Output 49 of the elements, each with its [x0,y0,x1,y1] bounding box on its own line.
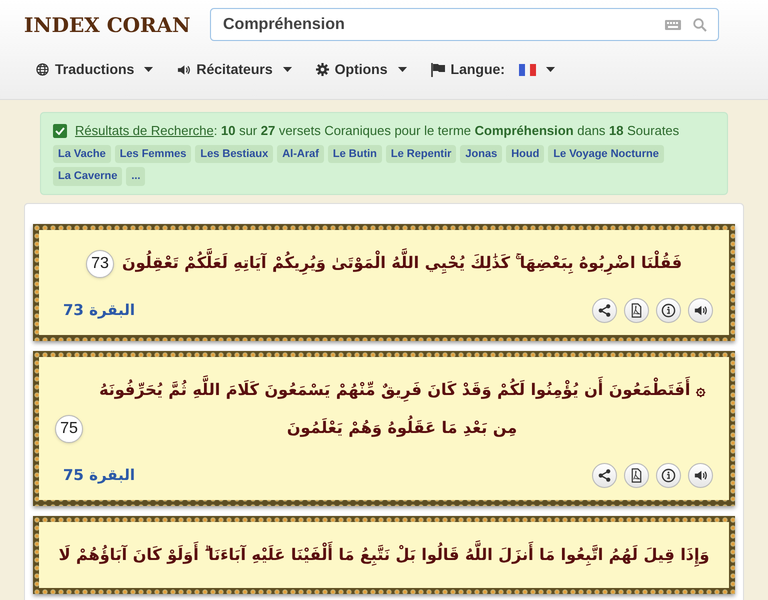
surah-tag[interactable]: Les Femmes [114,144,192,163]
verse-text: ۞ أَفَتَطْمَعُونَ أَن يُؤْمِنُوا لَكُمْ وَقَدْ كَانَ فَرِيقٌ مِّنْهُمْ يَسْمَعُونَ كَلَامَ اللَّهِ ثُمَّ يُحَرِّفُونَهُ مِن بَعْدِ مَا عَقَلُوهُ وَهُمْ يَعْلَمُونَ [91,368,713,448]
pdf-icon [629,302,644,318]
share-button[interactable] [592,298,617,322]
info-icon [661,302,676,318]
menu-dropdown[interactable]: Traductions [36,59,154,80]
gear-icon [316,63,329,76]
results-link[interactable]: Résultats de Recherche [75,121,214,140]
flag-icon [430,62,445,76]
menu-dropdown[interactable]: Récitateurs [177,59,292,80]
speaker-icon [177,64,190,76]
checkbox[interactable] [53,124,67,138]
caret-icon [144,67,154,72]
surah-tag[interactable]: ... [126,167,146,186]
verse-number-badge: 75 [55,414,83,442]
speaker-button[interactable] [688,462,713,488]
caret-icon [546,67,555,72]
site-logo[interactable]: INDEX CORAN [24,10,194,40]
menu-dropdown[interactable]: Options [316,59,407,80]
info-button[interactable] [656,462,681,488]
results-summary: : 10 sur 27 versets Coraniques pour le terme Compréhension dans 18 Sourates [214,122,680,140]
surah-tag[interactable]: Les Bestiaux [195,144,274,163]
menu-dropdown[interactable]: Langue: [430,59,555,80]
speaker-button[interactable] [688,298,713,322]
pdf-button[interactable] [624,462,649,488]
caret-icon [282,67,292,72]
share-button[interactable] [592,462,617,488]
pdf-icon [629,468,644,482]
verse-text: فَقُلْنَا اضْرِبُوهُ بِبَعْضِهَا ۚ كَذَٰلِكَ يُحْيِي اللَّهُ الْمَوْتَىٰ وَيُرِيكُمْ آيَاتِهِ لَعَلَّكُمْ تَعْقِلُونَ [122,242,682,284]
pdf-button[interactable] [624,298,649,322]
share-icon [597,302,612,318]
share-icon [597,468,612,482]
surah-tag[interactable]: Houd [506,144,544,163]
surah-tag[interactable]: La Caverne [53,167,122,186]
surah-tag[interactable]: Al-Araf [277,144,324,163]
verse-text: وَإِذَا قِيلَ لَهُمُ اتَّبِعُوا مَا أَنزَلَ اللَّهُ قَالُوا بَلْ نَتَّبِعُ مَا أَلْفَيْنَا عَلَيْهِ آبَاءَنَا ۗ أَوَلَوْ كَانَ آبَاؤُهُمْ لَا [58,534,710,576]
info-icon [661,468,676,482]
globe-icon [36,63,49,76]
caret-icon [398,67,407,72]
verse-reference-link[interactable]: البقرة 75 [63,464,135,486]
surah-tag[interactable]: La Vache [53,144,111,163]
verse-number-badge: 73 [86,250,114,278]
surah-tag[interactable]: Le Butin [328,144,382,163]
info-button[interactable] [656,298,681,322]
surah-tag[interactable]: Le Voyage Nocturne [548,144,664,163]
verse-reference-link[interactable]: البقرة 73 [63,298,135,322]
french-flag-icon [518,64,536,76]
surah-tag[interactable]: Le Repentir [386,144,456,163]
surah-tag[interactable]: Jonas [460,144,502,163]
